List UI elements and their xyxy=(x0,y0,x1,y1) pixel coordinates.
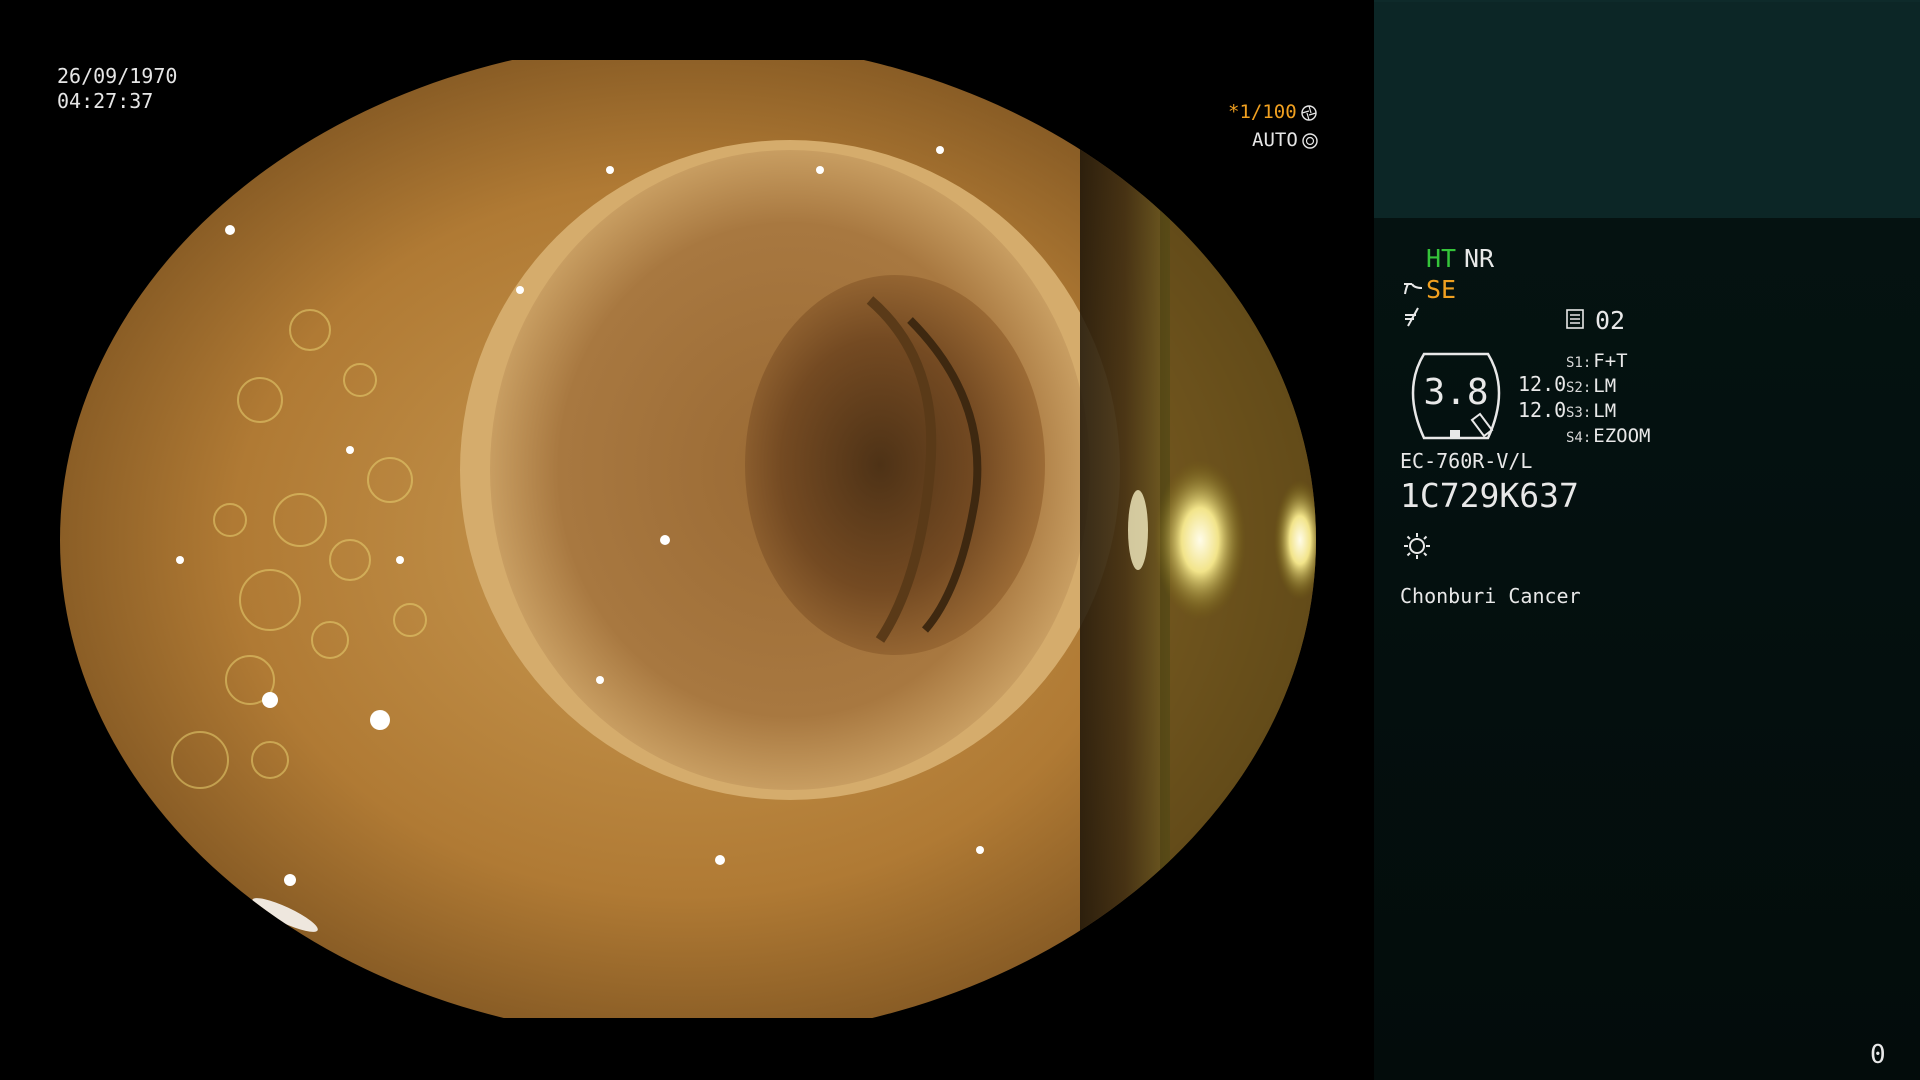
ratio-value-2: 12.0 xyxy=(1518,398,1567,422)
endoscopy-image xyxy=(60,60,1316,1018)
iris-value: AUTO xyxy=(1252,129,1298,151)
sun-icon xyxy=(1402,531,1432,561)
memo-icon xyxy=(1566,309,1584,329)
scope-serial: 1C729K637 xyxy=(1400,476,1579,515)
switch-value: LM xyxy=(1593,400,1617,422)
switch-value: F+T xyxy=(1593,350,1628,372)
shutter-value: *1/100 xyxy=(1228,101,1297,123)
ht-indicator: HT xyxy=(1426,244,1457,273)
switch-row: S1: F+T xyxy=(1566,350,1628,372)
panel-header-area xyxy=(1374,0,1920,218)
freeze-icon xyxy=(1402,306,1422,328)
ratio-value-1: 12.0 xyxy=(1518,372,1567,396)
nr-indicator: NR xyxy=(1464,244,1495,273)
shutter-readout: *1/100 xyxy=(1228,101,1317,123)
switch-key: S2 xyxy=(1566,380,1583,396)
info-panel: HT NR SE 02 3.8 12.0 12.0 S1: F+T S2: LM… xyxy=(1374,0,1920,1080)
page-number: 0 xyxy=(1870,1040,1886,1070)
hospital-name: Chonburi Cancer xyxy=(1400,584,1581,608)
zoom-value: 3.8 xyxy=(1423,372,1489,413)
endoscope-viewport: 26/09/1970 04:27:37 *1/100 AUTO xyxy=(0,0,1374,1080)
switch-row: S3: LM xyxy=(1566,400,1617,422)
scope-model: EC-760R-V/L xyxy=(1400,449,1533,473)
switch-key: S4 xyxy=(1566,430,1583,446)
switch-row: S2: LM xyxy=(1566,375,1617,397)
switch-key: S3 xyxy=(1566,405,1583,421)
date-label: 26/09/1970 xyxy=(57,64,178,88)
switch-value: EZOOM xyxy=(1593,425,1651,447)
aperture-icon xyxy=(1300,104,1317,121)
switch-row: S4: EZOOM xyxy=(1566,425,1651,447)
memo-value: 02 xyxy=(1595,306,1626,335)
time-label: 04:27:37 xyxy=(57,89,154,113)
switch-list: S1: F+T S2: LM S3: LM S4: EZOOM xyxy=(1566,350,1651,450)
switch-value: LM xyxy=(1593,375,1617,397)
iris-icon xyxy=(1302,132,1318,149)
iris-readout: AUTO xyxy=(1252,129,1318,151)
se-indicator: SE xyxy=(1426,275,1457,304)
switch-key: S1 xyxy=(1566,355,1583,371)
wave-hand-icon xyxy=(1402,278,1426,298)
zoom-gauge-icon: 3.8 xyxy=(1400,350,1512,442)
